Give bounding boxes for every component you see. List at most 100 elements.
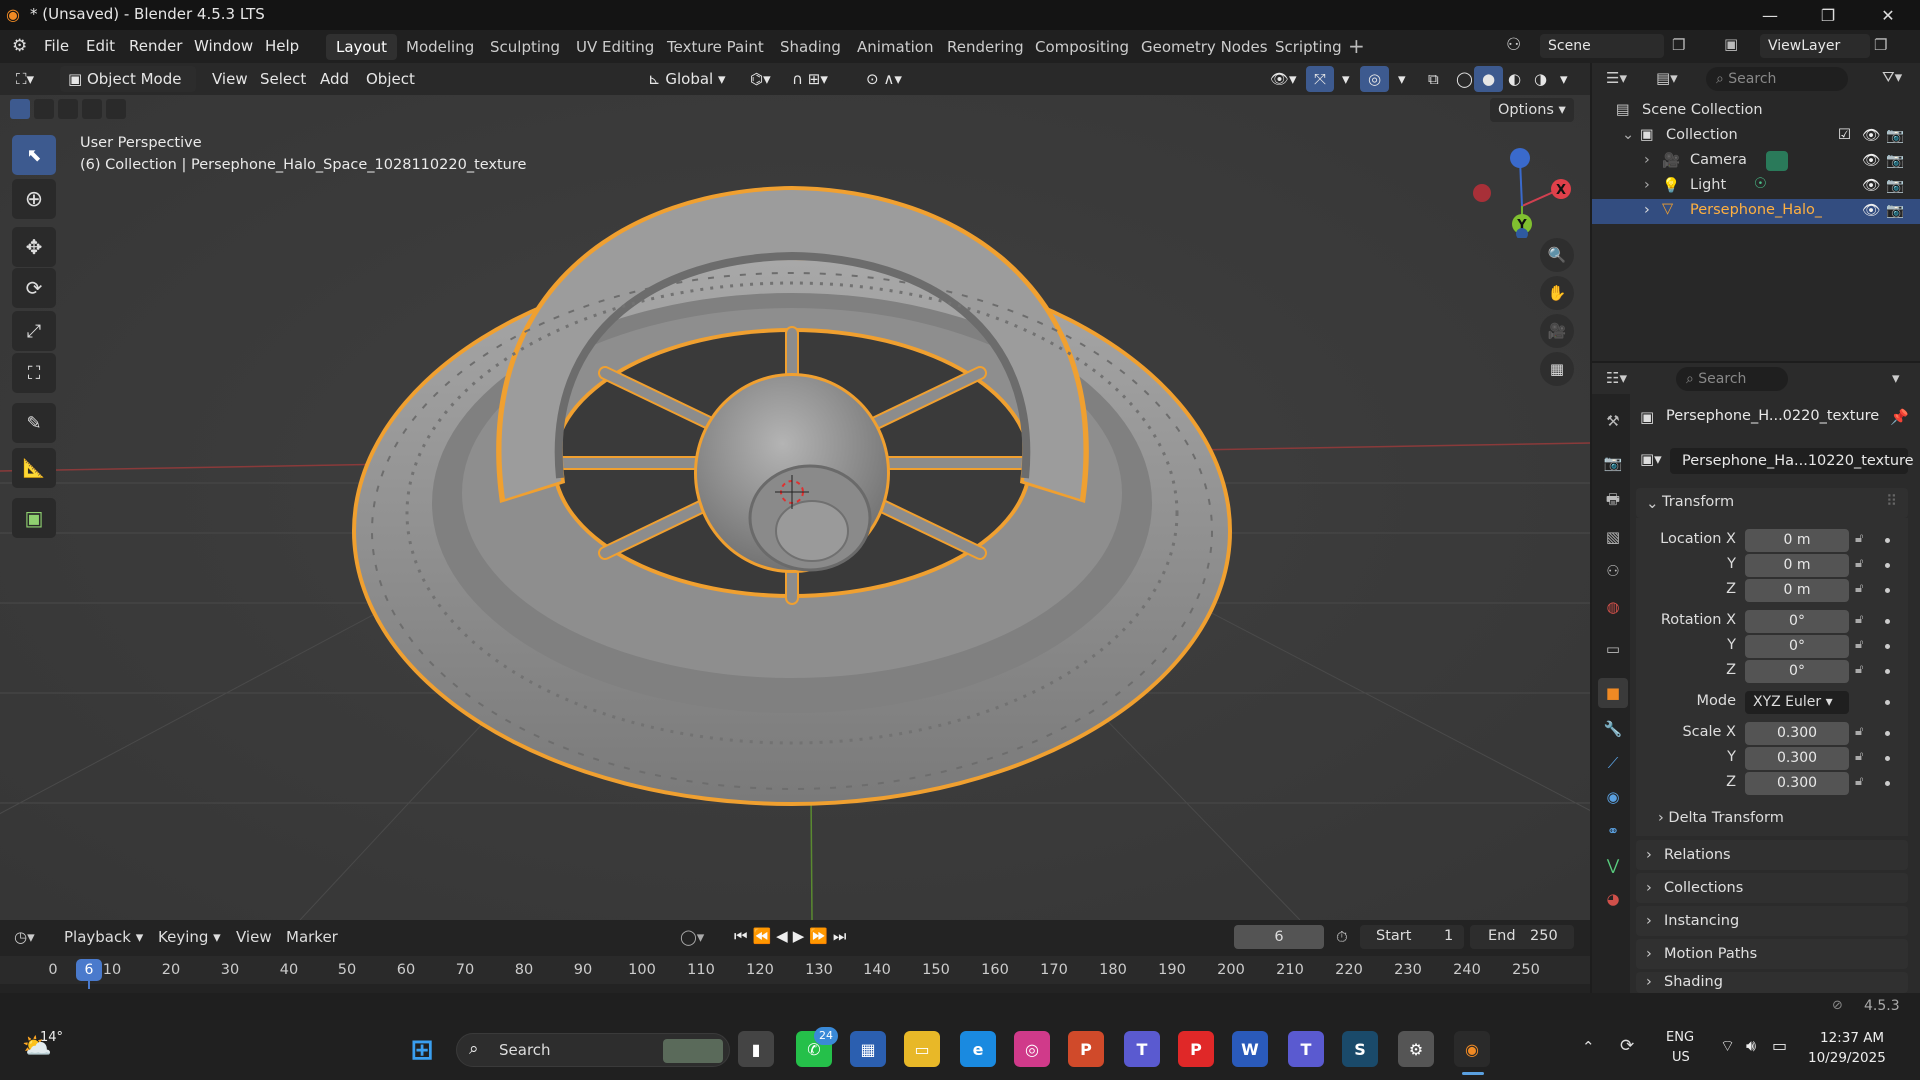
ortho-toggle-button[interactable]: ▦: [1540, 352, 1574, 386]
tab-material[interactable]: ◕: [1598, 884, 1628, 914]
lock-icon[interactable]: 🔓︎: [1855, 774, 1863, 789]
eye-icon[interactable]: 👁: [1862, 127, 1880, 144]
shading-rendered[interactable]: ◑: [1526, 66, 1555, 92]
menu-object[interactable]: Object: [358, 66, 423, 92]
minimize-button[interactable]: —: [1742, 0, 1798, 30]
menu-render[interactable]: Render: [129, 37, 182, 55]
select-invert-icon[interactable]: [82, 99, 102, 119]
sync-icon[interactable]: ⟳: [1620, 1036, 1634, 1056]
keyframe-dot[interactable]: [1885, 644, 1890, 649]
tab-sculpting[interactable]: Sculpting: [480, 34, 570, 60]
menu-add[interactable]: Add: [312, 66, 357, 92]
lock-icon[interactable]: 🔓︎: [1855, 531, 1863, 546]
object-name-field[interactable]: Persephone_Ha...10220_texture: [1670, 448, 1914, 474]
tab-uv-editing[interactable]: UV Editing: [566, 34, 664, 60]
delta-transform-subpanel[interactable]: › Delta Transform: [1658, 810, 1784, 826]
menu-view[interactable]: View: [204, 66, 256, 92]
overlay-dropdown[interactable]: ▾: [1390, 66, 1414, 92]
tab-compositing[interactable]: Compositing: [1025, 34, 1139, 60]
lock-icon[interactable]: 🔓︎: [1855, 662, 1863, 677]
shading-dropdown[interactable]: ▾: [1552, 66, 1576, 92]
gizmo-toggle[interactable]: ⤧: [1306, 66, 1335, 92]
scale-z-field[interactable]: 0.300: [1745, 772, 1849, 795]
tab-modifiers[interactable]: 🔧: [1598, 714, 1628, 744]
timeline-view-menu[interactable]: View: [236, 928, 272, 946]
pan-button[interactable]: ✋: [1540, 276, 1574, 310]
scale-x-field[interactable]: 0.300: [1745, 722, 1849, 745]
maximize-button[interactable]: ❐: [1800, 0, 1856, 30]
tab-render[interactable]: 📷: [1598, 448, 1628, 478]
xray-toggle[interactable]: ⧉: [1420, 66, 1447, 92]
object-type-icon[interactable]: ▣▾: [1640, 450, 1662, 468]
keying-menu[interactable]: Keying ▾: [158, 928, 221, 946]
tab-view-layer[interactable]: ▧: [1598, 522, 1628, 552]
eye-icon[interactable]: 👁: [1862, 202, 1880, 219]
outliner-row-scene-collection[interactable]: ▤ Scene Collection: [1592, 99, 1920, 124]
annotate-tool[interactable]: ✎: [12, 403, 56, 443]
rotation-y-field[interactable]: 0°: [1745, 635, 1849, 658]
rotation-mode-dropdown[interactable]: XYZ Euler ▾: [1745, 691, 1849, 714]
powerpoint-icon[interactable]: P: [1068, 1031, 1104, 1067]
navigation-gizmo[interactable]: X Y: [1460, 138, 1580, 238]
close-button[interactable]: ✕: [1860, 0, 1916, 30]
settings-icon[interactable]: ⚙: [1398, 1031, 1434, 1067]
viewlayer-field[interactable]: ViewLayer: [1760, 34, 1870, 58]
mode-dropdown[interactable]: ▣ Object Mode ▾: [60, 66, 196, 114]
menu-edit[interactable]: Edit: [86, 37, 115, 55]
overlay-toggle[interactable]: ◎: [1360, 66, 1390, 92]
lock-icon[interactable]: 🔓︎: [1855, 724, 1863, 739]
pivot-dropdown[interactable]: ⌬▾: [742, 66, 779, 92]
timeline-editor-icon[interactable]: ◷▾: [14, 928, 35, 946]
keyframe-dot[interactable]: [1885, 619, 1890, 624]
keyframe-dot[interactable]: [1885, 669, 1890, 674]
file-explorer-icon[interactable]: ▭: [904, 1031, 940, 1067]
select-new-icon[interactable]: [10, 99, 30, 119]
stopwatch-icon[interactable]: ⏱: [1336, 928, 1348, 946]
orientation-dropdown[interactable]: ⊾ Global ▾: [640, 66, 734, 92]
select-extend-icon[interactable]: [34, 99, 54, 119]
playback-controls[interactable]: ⏮⏪◀▶⏩⏭: [734, 927, 851, 945]
new-scene-icon[interactable]: ❐: [1672, 36, 1685, 54]
tab-scripting[interactable]: Scripting: [1265, 34, 1352, 60]
blender-taskbar-icon[interactable]: ◉: [1454, 1031, 1490, 1067]
edge-browser-icon[interactable]: e: [960, 1031, 996, 1067]
measure-tool[interactable]: 📐: [12, 448, 56, 488]
lock-icon[interactable]: 🔓︎: [1855, 749, 1863, 764]
editor-type-button[interactable]: ⛶▾: [8, 66, 42, 92]
relations-panel-header[interactable]: › Relations: [1636, 840, 1908, 870]
playback-menu[interactable]: Playback ▾: [64, 928, 143, 946]
teams-classic-icon[interactable]: T: [1124, 1031, 1160, 1067]
checkbox-icon[interactable]: ☑: [1838, 127, 1851, 143]
move-tool[interactable]: ✥: [12, 227, 56, 267]
lock-icon[interactable]: 🔓︎: [1855, 581, 1863, 596]
tab-particles[interactable]: ⟋: [1598, 748, 1628, 778]
start-frame-field[interactable]: Start 1: [1360, 925, 1464, 949]
motion-paths-panel-header[interactable]: › Motion Paths: [1636, 939, 1908, 969]
outliner-row-collection[interactable]: ⌄ ▣ Collection ☑ 👁 📷: [1592, 124, 1920, 149]
new-viewlayer-icon[interactable]: ❐: [1874, 36, 1887, 54]
blender-menu-icon[interactable]: ⚙: [12, 36, 27, 56]
scene-icon[interactable]: ⚇: [1506, 35, 1521, 55]
lock-icon[interactable]: 🔓︎: [1855, 637, 1863, 652]
current-frame-field[interactable]: 6: [1234, 925, 1324, 949]
shading-solid[interactable]: ●: [1474, 66, 1504, 92]
outliner-editor-icon[interactable]: ☰▾: [1606, 69, 1627, 87]
tab-texture-paint[interactable]: Texture Paint: [657, 34, 774, 60]
chevron-right-icon[interactable]: ›: [1644, 177, 1650, 193]
menu-select[interactable]: Select: [252, 66, 314, 92]
scale-tool[interactable]: ⤢: [12, 311, 56, 351]
tab-object[interactable]: ■: [1598, 678, 1628, 708]
chevron-right-icon[interactable]: ›: [1644, 152, 1650, 168]
start-button[interactable]: ⊞: [404, 1031, 440, 1067]
collections-panel-header[interactable]: › Collections: [1636, 873, 1908, 903]
display-mode-icon[interactable]: ▤▾: [1656, 69, 1678, 87]
cursor-tool[interactable]: ⊕: [12, 179, 56, 219]
location-x-field[interactable]: 0 m: [1745, 529, 1849, 552]
task-view-icon[interactable]: ▮: [738, 1031, 774, 1067]
gizmo-dropdown[interactable]: ▾: [1334, 66, 1358, 92]
location-y-field[interactable]: 0 m: [1745, 554, 1849, 577]
instancing-panel-header[interactable]: › Instancing: [1636, 906, 1908, 936]
keyframe-dot[interactable]: [1885, 588, 1890, 593]
render-camera-icon[interactable]: 📷: [1886, 177, 1904, 194]
word-icon[interactable]: W: [1232, 1031, 1268, 1067]
